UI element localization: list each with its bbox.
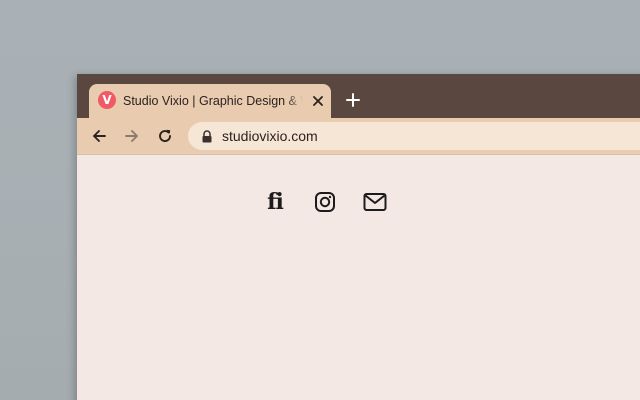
plus-icon[interactable]	[343, 90, 363, 110]
arrow-left-icon[interactable]	[88, 125, 110, 147]
instagram-icon[interactable]	[312, 189, 338, 215]
tab-title: Studio Vixio | Graphic Design & Web Desi…	[123, 93, 303, 109]
mail-icon[interactable]	[362, 189, 388, 215]
reload-icon[interactable]	[154, 125, 176, 147]
url-text[interactable]: studiovixio.com	[222, 128, 318, 145]
favicon-icon: V	[98, 91, 116, 109]
close-icon[interactable]	[309, 92, 327, 110]
fi-logo-icon[interactable]: fi	[262, 189, 288, 215]
tab-strip: V Studio Vixio | Graphic Design & Web De…	[77, 74, 640, 118]
address-bar[interactable]: studiovixio.com	[188, 122, 640, 150]
page-viewport: fi	[77, 155, 640, 400]
arrow-right-icon[interactable]	[121, 125, 143, 147]
toolbar: studiovixio.com	[77, 118, 640, 155]
fi-logo-glyph: fi	[267, 189, 284, 215]
tab-active[interactable]: V Studio Vixio | Graphic Design & Web De…	[89, 84, 331, 118]
lock-icon[interactable]	[201, 130, 213, 143]
browser-window: V Studio Vixio | Graphic Design & Web De…	[77, 74, 640, 400]
